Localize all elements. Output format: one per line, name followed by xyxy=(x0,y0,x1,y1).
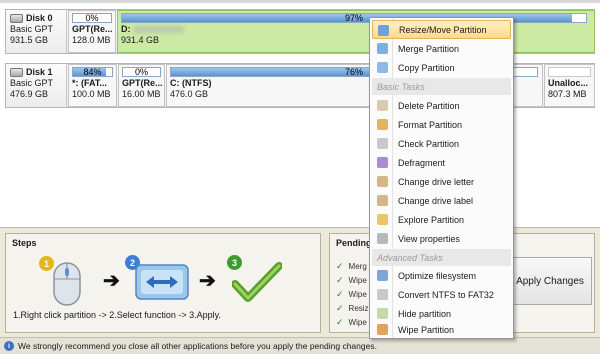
partition-d1-p0[interactable]: 84% *: (FAT... 100.0 MB xyxy=(68,64,117,107)
disk-size: 931.5 GB xyxy=(10,35,49,45)
menu-item-view-properties[interactable]: View properties xyxy=(372,229,511,248)
menu-item-check-partition[interactable]: Check Partition xyxy=(372,134,511,153)
format-icon xyxy=(377,119,388,130)
arrow-right-icon: ➔ xyxy=(103,270,120,292)
menu-item-delete-partition[interactable]: Delete Partition xyxy=(372,96,511,115)
resize-icon xyxy=(378,25,389,36)
explore-icon xyxy=(377,214,388,225)
pending-item[interactable]: ✓ Resiz xyxy=(336,301,369,315)
checkmark-icon: ✓ xyxy=(336,316,344,327)
menu-item-defragment[interactable]: Defragment xyxy=(372,153,511,172)
partition-size: 807.3 MB xyxy=(548,89,587,99)
partition-d1-unallocated[interactable]: Unalloc... 807.3 MB xyxy=(544,64,595,107)
wipe-icon xyxy=(377,324,388,335)
optimize-icon xyxy=(377,270,388,281)
partition-size: 100.0 MB xyxy=(72,89,111,99)
disk-1-info[interactable]: Disk 1 Basic GPT 476.9 GB xyxy=(6,64,67,107)
usage-bar: 84% xyxy=(72,67,113,77)
menu-item-convert-ntfs-to-fat32[interactable]: Convert NTFS to FAT32 xyxy=(372,285,511,304)
checkmark-icon: ✓ xyxy=(336,288,344,299)
usage-percent: 0% xyxy=(134,67,148,77)
menu-item-change-drive-label[interactable]: Change drive label xyxy=(372,191,511,210)
apply-changes-button[interactable]: Apply Changes xyxy=(508,257,592,305)
hard-disk-icon xyxy=(10,14,23,23)
disk-size: 476.9 GB xyxy=(10,89,49,99)
usage-bar: 0% xyxy=(122,67,161,77)
convert-icon xyxy=(377,289,388,300)
disk-0-info[interactable]: Disk 0 Basic GPT 931.5 GB xyxy=(6,10,67,53)
checkmark-icon: ✓ xyxy=(336,302,344,313)
defragment-icon xyxy=(377,157,388,168)
disk-type: Basic GPT xyxy=(10,24,54,34)
steps-caption: 1.Right click partition -> 2.Select func… xyxy=(13,310,221,320)
partition-d0-p0[interactable]: 0% GPT(Re... 128.0 MB xyxy=(68,10,116,53)
check-icon xyxy=(377,138,388,149)
usage-percent: 0% xyxy=(85,13,99,23)
menu-item-change-drive-letter[interactable]: Change drive letter xyxy=(372,172,511,191)
usage-bar: 0% xyxy=(72,13,112,23)
hide-icon xyxy=(377,308,388,319)
status-bar: i We strongly recommend you close all ot… xyxy=(0,337,600,354)
redacted-volume-name xyxy=(133,26,184,34)
toolbar-strip xyxy=(0,0,600,3)
partition-size: 128.0 MB xyxy=(72,35,111,45)
partition-size: 931.4 GB xyxy=(121,35,160,45)
partition-label: *: (FAT... xyxy=(72,78,107,88)
partition-resize-icon xyxy=(135,264,189,300)
usage-percent: 84% xyxy=(83,67,102,77)
drive-label-icon xyxy=(377,195,388,206)
usage-bar: 97% xyxy=(121,13,587,23)
context-menu: Resize/Move Partition Merge Partition Co… xyxy=(369,17,514,339)
partition-label: GPT(Re... xyxy=(72,24,113,34)
partition-label: GPT(Re... xyxy=(122,78,163,88)
menu-item-merge-partition[interactable]: Merge Partition xyxy=(372,39,511,58)
partition-d1-p1[interactable]: 0% GPT(Re... 16.00 MB xyxy=(118,64,165,107)
delete-icon xyxy=(377,100,388,111)
hard-disk-icon xyxy=(10,68,23,77)
partition-label: D: xyxy=(121,24,131,34)
pending-item[interactable]: ✓ Wipe xyxy=(336,287,369,301)
pending-item[interactable]: ✓ Wipe xyxy=(336,273,369,287)
disk-type: Basic GPT xyxy=(10,78,54,88)
pending-item[interactable]: ✓ Wipe xyxy=(336,315,369,329)
menu-item-explore-partition[interactable]: Explore Partition xyxy=(372,210,511,229)
mouse-icon xyxy=(53,262,81,306)
info-icon: i xyxy=(4,341,14,351)
merge-icon xyxy=(377,43,388,54)
status-message: We strongly recommend you close all othe… xyxy=(18,341,377,351)
partition-label: Unalloc... xyxy=(548,78,589,88)
checkmark-icon xyxy=(232,262,282,302)
steps-panel: Steps 1 ➔ 2 ➔ 3 1.Right click partition … xyxy=(5,233,321,333)
partition-d0-p1[interactable]: 97% D: 931.4 GB xyxy=(117,10,595,53)
menu-item-resize-move-partition[interactable]: Resize/Move Partition xyxy=(372,20,511,39)
menu-item-optimize-filesystem[interactable]: Optimize filesystem xyxy=(372,266,511,285)
arrow-right-icon: ➔ xyxy=(199,270,216,292)
pending-item[interactable]: ✓ Merg xyxy=(336,259,369,273)
drive-letter-icon xyxy=(377,176,388,187)
pending-list: ✓ Merg ✓ Wipe ✓ Wipe ✓ Resiz ✓ Wipe xyxy=(336,259,369,329)
steps-title: Steps xyxy=(12,238,37,248)
disk-name: Disk 1 xyxy=(26,67,53,77)
menu-item-wipe-partition[interactable]: Wipe Partition xyxy=(372,320,511,339)
disk-name: Disk 0 xyxy=(26,13,53,23)
menu-section-basic-tasks: Basic Tasks xyxy=(372,78,511,95)
copy-icon xyxy=(377,62,388,73)
menu-section-advanced-tasks: Advanced Tasks xyxy=(372,249,511,266)
menu-item-copy-partition[interactable]: Copy Partition xyxy=(372,58,511,77)
properties-icon xyxy=(377,233,388,244)
usage-bar xyxy=(548,67,591,77)
menu-item-format-partition[interactable]: Format Partition xyxy=(372,115,511,134)
usage-percent: 97% xyxy=(344,13,363,23)
checkmark-icon: ✓ xyxy=(336,260,344,271)
partition-size: 16.00 MB xyxy=(122,89,161,99)
checkmark-icon: ✓ xyxy=(336,274,344,285)
